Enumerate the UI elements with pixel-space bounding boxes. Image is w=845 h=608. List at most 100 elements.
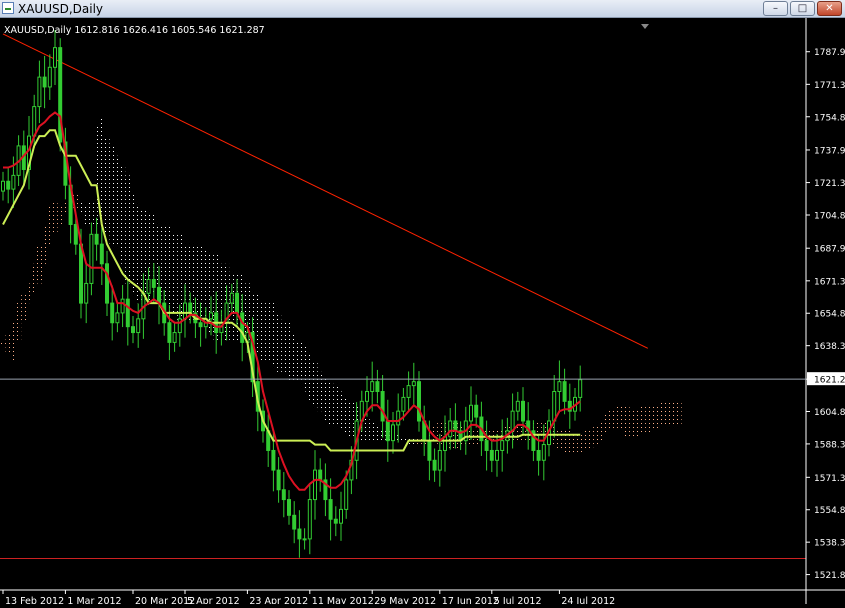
price-axis-label: 1721.33	[814, 179, 845, 189]
price-axis-label: 1604.83	[814, 408, 845, 418]
price-candle-body	[396, 410, 401, 426]
price-candle-body	[42, 76, 47, 88]
ichimoku-cloud-segment	[130, 195, 136, 294]
ichimoku-cloud-segment	[634, 409, 640, 437]
ichimoku-cloud-segment	[166, 224, 172, 313]
ichimoku-cloud-segment	[572, 432, 578, 453]
price-candle-body	[94, 233, 99, 245]
price-chart[interactable]: 1787.93 1771.33 1754.83 1737.93 1721.33 1704.…	[0, 18, 845, 607]
price-candle-body	[47, 66, 52, 88]
price-candle-body	[6, 180, 11, 190]
price-candle-body	[448, 420, 453, 438]
ichimoku-cloud-segment	[645, 405, 651, 433]
ichimoku-cloud-segment	[629, 409, 635, 437]
ichimoku-cloud-segment	[317, 371, 323, 412]
ichimoku-cloud-segment	[676, 401, 682, 425]
price-candle-body	[271, 449, 276, 471]
price-candle-body	[406, 385, 411, 398]
price-candle-body	[339, 508, 343, 524]
price-candle-body	[73, 223, 78, 245]
price-candle-body	[432, 459, 437, 471]
shift-marker-icon[interactable]	[641, 24, 649, 29]
price-candle-body	[484, 440, 489, 451]
price-candle-body	[515, 400, 520, 412]
ichimoku-cloud-segment	[114, 155, 120, 245]
price-candle-body	[552, 391, 557, 422]
ichimoku-cloud-segment	[338, 391, 344, 429]
ichimoku-cloud-segment	[640, 405, 646, 433]
price-candle-body	[188, 302, 193, 314]
price-candle-body	[411, 381, 416, 387]
ichimoku-cloud-segment	[588, 428, 594, 449]
price-axis-label: 1687.93	[814, 245, 845, 255]
ichimoku-cloud-segment	[296, 342, 302, 382]
price-axis-label: 1538.33	[814, 539, 845, 549]
price-candle-body	[110, 302, 115, 324]
price-candle-body	[198, 322, 203, 328]
ichimoku-cloud-segment	[374, 424, 380, 441]
price-candle-body	[136, 318, 141, 334]
ichimoku-cloud-segment	[302, 346, 308, 392]
price-candle-body	[105, 263, 109, 304]
price-candle-body	[240, 312, 245, 343]
ichimoku-cloud-segment	[31, 263, 37, 294]
price-candle-body	[541, 444, 546, 461]
ichimoku-cloud-segment	[666, 401, 672, 425]
kijun-sen-line	[2, 129, 581, 452]
price-candle-body	[307, 499, 312, 540]
time-axis-label: 11 May 2012	[312, 596, 374, 604]
price-candle-body	[292, 514, 297, 530]
price-candle-body	[510, 410, 515, 432]
ichimoku-cloud-segment	[94, 126, 100, 225]
ichimoku-cloud-segment	[5, 332, 11, 353]
price-candle-body	[469, 404, 473, 422]
window-titlebar: XAUUSD,Daily – □ ✕	[0, 0, 845, 18]
price-candle-body	[521, 400, 525, 422]
price-candle-body	[427, 440, 432, 461]
price-axis-label: 1521.83	[814, 571, 845, 581]
ichimoku-cloud-segment	[650, 405, 656, 429]
price-axis-label: 1787.93	[814, 48, 845, 58]
ichimoku-cloud-segment	[83, 204, 89, 225]
close-button[interactable]: ✕	[817, 1, 842, 16]
price-candle-body	[120, 298, 125, 314]
chart-area[interactable]: 1787.93 1771.33 1754.83 1737.93 1721.33 1704.…	[0, 18, 845, 607]
time-axis-label: 23 Apr 2012	[249, 596, 308, 604]
price-candle-body	[333, 518, 338, 524]
ichimoku-cloud-segment	[307, 352, 313, 402]
price-candle-body	[281, 489, 286, 501]
ichimoku-cloud-segment	[62, 200, 68, 215]
price-candle-body	[146, 279, 151, 294]
price-candle-body	[417, 381, 421, 422]
price-axis-label: 1554.83	[814, 506, 845, 516]
price-axis-label: 1771.33	[814, 81, 845, 91]
price-candle-body	[115, 312, 120, 324]
price-axis-label: 1737.93	[814, 146, 845, 156]
maximize-button[interactable]: □	[790, 1, 815, 16]
ichimoku-cloud-segment	[577, 432, 583, 453]
ichimoku-cloud-segment	[556, 428, 562, 451]
price-axis-label: 1671.33	[814, 277, 845, 287]
ichimoku-cloud-segment	[624, 405, 630, 437]
price-candle-body	[500, 440, 505, 451]
price-candle-body	[89, 233, 94, 284]
time-axis-label: 29 May 2012	[374, 596, 436, 604]
price-candle-body	[453, 420, 458, 432]
ichimoku-cloud-segment	[328, 381, 334, 425]
ichimoku-cloud-segment	[348, 401, 354, 437]
price-candle-body	[562, 381, 567, 402]
price-candle-body	[131, 326, 135, 334]
ichimoku-cloud-segment	[281, 322, 287, 372]
price-candle-body	[536, 449, 541, 461]
ichimoku-cloud-segment	[286, 322, 292, 382]
ichimoku-cloud-segment	[88, 200, 94, 225]
ichimoku-cloud-segment	[598, 420, 604, 441]
price-candle-body	[79, 243, 83, 304]
price-candle-body	[318, 469, 323, 481]
ichimoku-cloud-segment	[109, 145, 115, 245]
minimize-button[interactable]: –	[763, 1, 788, 16]
price-candle-body	[391, 424, 395, 442]
price-candle-body	[365, 391, 369, 402]
price-candle-body	[157, 286, 161, 304]
price-candle-body	[172, 332, 177, 343]
